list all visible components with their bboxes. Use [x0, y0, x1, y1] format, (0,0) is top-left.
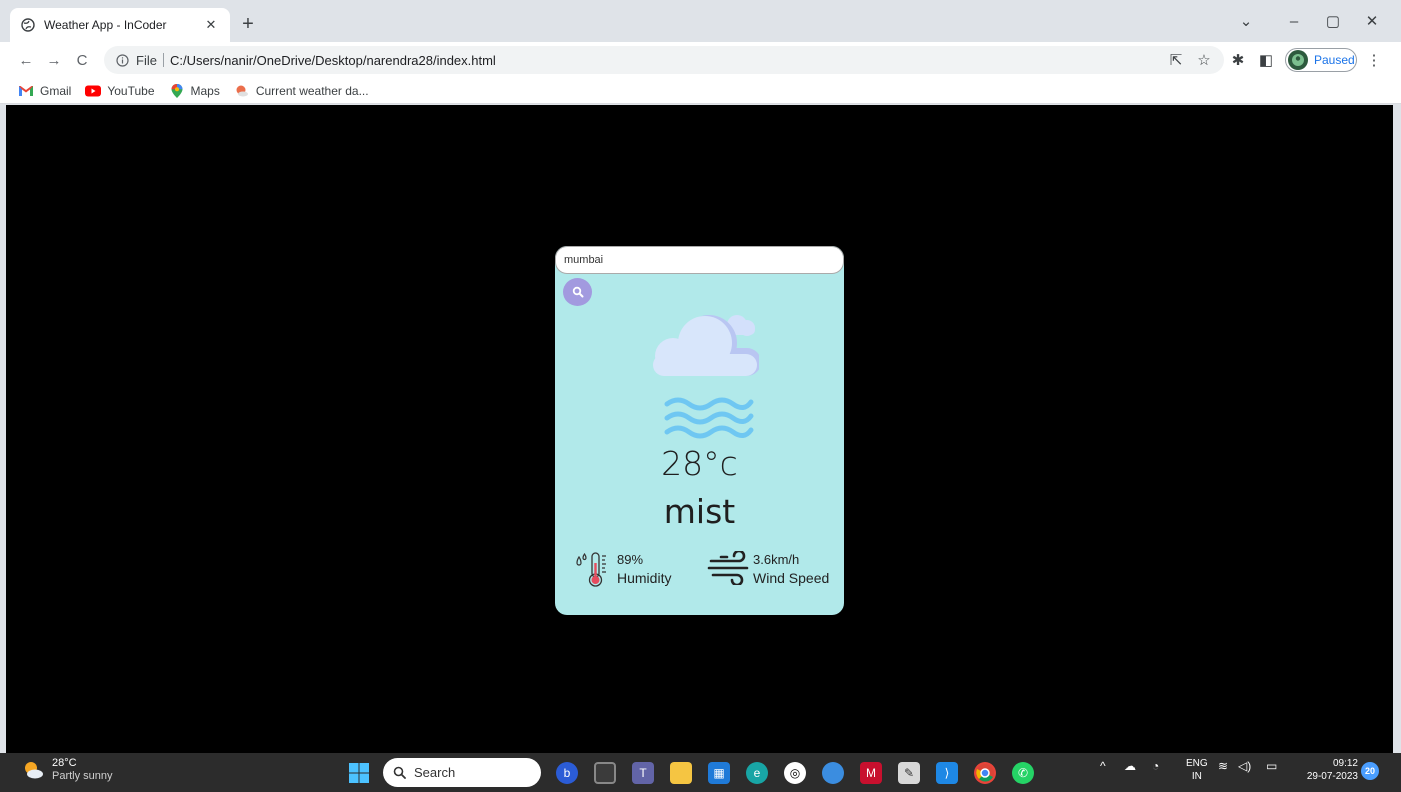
wind-value: 3.6km/h: [753, 552, 800, 567]
bookmarks-bar: Gmail YouTube Maps Current weather da...: [0, 78, 1401, 104]
whatsapp-icon[interactable]: ✆: [1012, 762, 1034, 784]
temperature-readout: 28°c: [661, 444, 738, 483]
notification-badge[interactable]: 20: [1361, 762, 1379, 780]
weather-card: 28°c mist 89% Humidity: [555, 246, 844, 615]
wind-detail: 3.6km/h Wind Speed: [707, 551, 829, 587]
back-arrow-icon[interactable]: ←: [14, 48, 38, 72]
maps-pin-icon: [169, 83, 185, 98]
tab-close-icon[interactable]: ✕: [202, 16, 220, 34]
profile-status: Paused: [1314, 53, 1355, 67]
weather-site-icon: [234, 84, 250, 98]
bookmark-youtube[interactable]: YouTube: [85, 83, 155, 98]
clock-date: 29-07-2023: [1306, 771, 1358, 782]
taskbar-weather-temp: 28°C: [52, 757, 77, 769]
bookmark-star-icon[interactable]: ☆: [1192, 48, 1216, 72]
wifi-icon[interactable]: ≋: [1218, 759, 1228, 773]
windows-start-icon[interactable]: [348, 762, 370, 784]
forward-arrow-icon[interactable]: →: [42, 48, 66, 72]
gmail-icon: [18, 84, 34, 98]
taskbar-search-label: Search: [414, 765, 456, 780]
clock-time: 09:12: [1332, 758, 1358, 769]
taskbar-search-box[interactable]: Search: [383, 758, 541, 787]
bookmark-label: YouTube: [107, 83, 155, 98]
region-code: IN: [1191, 771, 1202, 782]
search-button[interactable]: [563, 278, 592, 306]
task-view-icon[interactable]: [594, 762, 616, 784]
wind-label: Wind Speed: [753, 570, 830, 586]
taskbar: 28°C Partly sunny Search b T ▦ e ◎ M ✎ ⟩…: [0, 753, 1401, 792]
humidity-value: 89%: [617, 552, 644, 567]
battery-icon[interactable]: ▭: [1266, 759, 1277, 773]
notepad-icon[interactable]: ✎: [898, 762, 920, 784]
page-viewport: 28°c mist 89% Humidity: [6, 105, 1393, 753]
bookmark-label: Current weather da...: [255, 83, 369, 98]
volume-icon[interactable]: ◁): [1238, 759, 1251, 773]
bing-icon[interactable]: b: [556, 762, 578, 784]
profile-button[interactable]: Paused: [1285, 48, 1357, 72]
bookmark-label: Gmail: [40, 83, 72, 98]
wind-icon: [707, 551, 749, 585]
humidity-label: Humidity: [617, 570, 672, 586]
onedrive-cloud-icon[interactable]: ☁: [1124, 759, 1136, 773]
tray-app-icon[interactable]: ◔: [1152, 759, 1159, 773]
browser-tab[interactable]: Weather App - InCoder ✕: [10, 8, 230, 42]
new-tab-button[interactable]: +: [236, 12, 260, 36]
bookmark-maps[interactable]: Maps: [169, 83, 220, 98]
system-clock[interactable]: 09:12 29-07-2023: [1296, 757, 1358, 783]
language-code: ENG: [1186, 758, 1208, 769]
file-explorer-icon[interactable]: [670, 762, 692, 784]
url-scheme: File: [136, 52, 157, 68]
partly-sunny-icon: [25, 762, 43, 779]
menu-kebab-icon[interactable]: ⋮: [1362, 48, 1386, 72]
language-indicator[interactable]: ENG IN: [1186, 757, 1208, 783]
globe-icon: [20, 17, 36, 33]
teams-icon[interactable]: T: [632, 762, 654, 784]
mist-weather-icon: [653, 315, 759, 439]
chrome-canary-icon[interactable]: [822, 762, 844, 784]
city-search-input[interactable]: [555, 246, 844, 274]
url-separator: [162, 53, 164, 67]
taskbar-weather-desc: Partly sunny: [52, 770, 113, 782]
bookmark-label: Maps: [190, 83, 220, 98]
taskbar-weather-widget[interactable]: 28°C Partly sunny: [22, 757, 113, 783]
tab-strip: Weather App - InCoder ✕ + ⌄ – ▢ ✕: [0, 0, 1401, 42]
restore-button[interactable]: ▢: [1313, 8, 1353, 34]
humidity-detail: 89% Humidity: [573, 551, 671, 589]
reload-icon[interactable]: C: [70, 48, 94, 72]
app-circle-icon[interactable]: ◎: [784, 762, 806, 784]
tab-search-icon[interactable]: ⌄: [1226, 8, 1266, 34]
bookmark-gmail[interactable]: Gmail: [18, 84, 71, 98]
humidity-values: 89% Humidity: [617, 551, 671, 587]
minimize-button[interactable]: –: [1274, 8, 1314, 34]
window-close-button[interactable]: ✕: [1352, 8, 1392, 34]
search-icon: [572, 286, 583, 298]
extensions-icon[interactable]: ✱: [1226, 48, 1250, 72]
bookmark-current-weather[interactable]: Current weather da...: [234, 84, 369, 98]
url-text[interactable]: C:/Users/nanir/OneDrive/Desktop/narendra…: [170, 53, 496, 68]
avatar: [1288, 50, 1308, 70]
humidity-thermometer-icon: [576, 552, 606, 587]
address-bar[interactable]: File C:/Users/nanir/OneDrive/Desktop/nar…: [104, 46, 1224, 74]
share-icon[interactable]: ⇱: [1164, 48, 1188, 72]
search-icon: [393, 766, 406, 779]
side-panel-icon[interactable]: ◧: [1254, 48, 1278, 72]
weather-condition: mist: [663, 492, 736, 531]
mcafee-icon[interactable]: M: [860, 762, 882, 784]
vscode-icon[interactable]: ⟩: [936, 762, 958, 784]
youtube-icon: [85, 84, 102, 98]
chrome-icon[interactable]: [974, 762, 996, 784]
browser-toolbar: ← → C File C:/Users/nanir/OneDrive/Deskt…: [0, 42, 1401, 78]
edge-icon[interactable]: e: [746, 762, 768, 784]
tab-title: Weather App - InCoder: [44, 18, 167, 32]
info-icon[interactable]: [114, 52, 130, 68]
show-hidden-icons-chevron[interactable]: ^: [1100, 759, 1106, 773]
microsoft-store-icon[interactable]: ▦: [708, 762, 730, 784]
wind-values: 3.6km/h Wind Speed: [753, 551, 829, 587]
